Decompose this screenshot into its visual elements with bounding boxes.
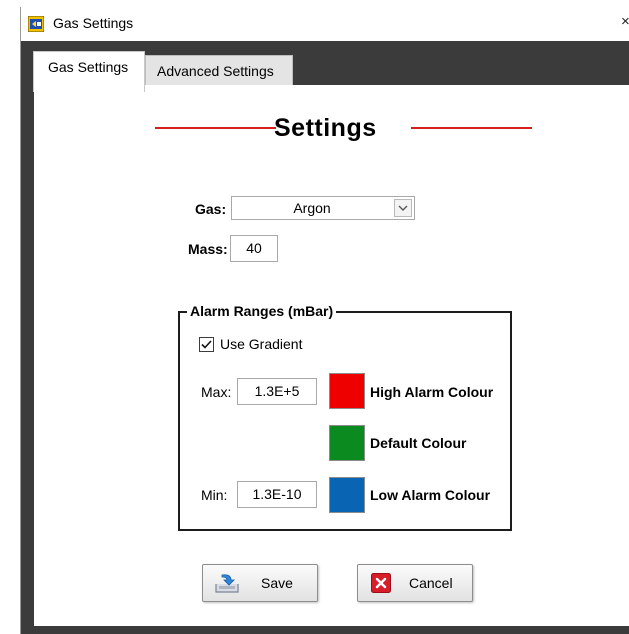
default-colour-label: Default Colour <box>370 435 467 451</box>
max-value: 1.3E+5 <box>254 383 300 399</box>
min-input[interactable]: 1.3E-10 <box>237 481 317 508</box>
gas-dropdown[interactable]: Argon <box>231 196 415 220</box>
save-label: Save <box>261 575 293 591</box>
labview-app-icon <box>27 15 45 33</box>
heading-rule-right <box>411 127 532 129</box>
page-title: Settings <box>274 114 377 142</box>
high-alarm-colour-label: High Alarm Colour <box>370 384 494 400</box>
save-button[interactable]: Save <box>202 564 318 602</box>
tab-advanced-settings[interactable]: Advanced Settings <box>145 55 293 88</box>
min-value: 1.3E-10 <box>252 486 302 502</box>
gas-selected-value: Argon <box>293 200 331 216</box>
use-gradient-checkbox[interactable] <box>199 337 214 352</box>
close-icon[interactable]: × <box>621 13 629 30</box>
window-title: Gas Settings <box>53 15 134 31</box>
cancel-button[interactable]: Cancel <box>357 564 473 602</box>
max-label: Max: <box>201 384 232 400</box>
use-gradient-label[interactable]: Use Gradient <box>220 336 302 352</box>
mass-label: Mass: <box>188 241 228 257</box>
mass-input[interactable]: 40 <box>230 235 278 262</box>
chevron-down-icon[interactable] <box>394 199 412 217</box>
low-alarm-colour-label: Low Alarm Colour <box>370 487 491 503</box>
tab-advanced-settings-label: Advanced Settings <box>157 63 274 79</box>
check-icon <box>201 340 212 349</box>
save-tray-icon <box>215 574 239 593</box>
gas-label: Gas: <box>195 201 227 217</box>
min-label: Min: <box>201 487 228 503</box>
cancel-x-icon <box>371 573 391 593</box>
low-alarm-colour-swatch[interactable] <box>329 477 365 513</box>
max-input[interactable]: 1.3E+5 <box>237 378 317 405</box>
mass-value: 40 <box>246 240 262 256</box>
title-bar: Gas Settings × <box>21 7 629 42</box>
tab-gas-settings[interactable]: Gas Settings <box>33 51 145 92</box>
tab-gas-settings-label: Gas Settings <box>48 59 129 75</box>
default-colour-swatch[interactable] <box>329 425 365 461</box>
alarm-ranges-title: Alarm Ranges (mBar) <box>187 303 337 319</box>
cancel-label: Cancel <box>409 575 453 591</box>
heading-rule-left <box>155 127 276 129</box>
high-alarm-colour-swatch[interactable] <box>329 373 365 409</box>
